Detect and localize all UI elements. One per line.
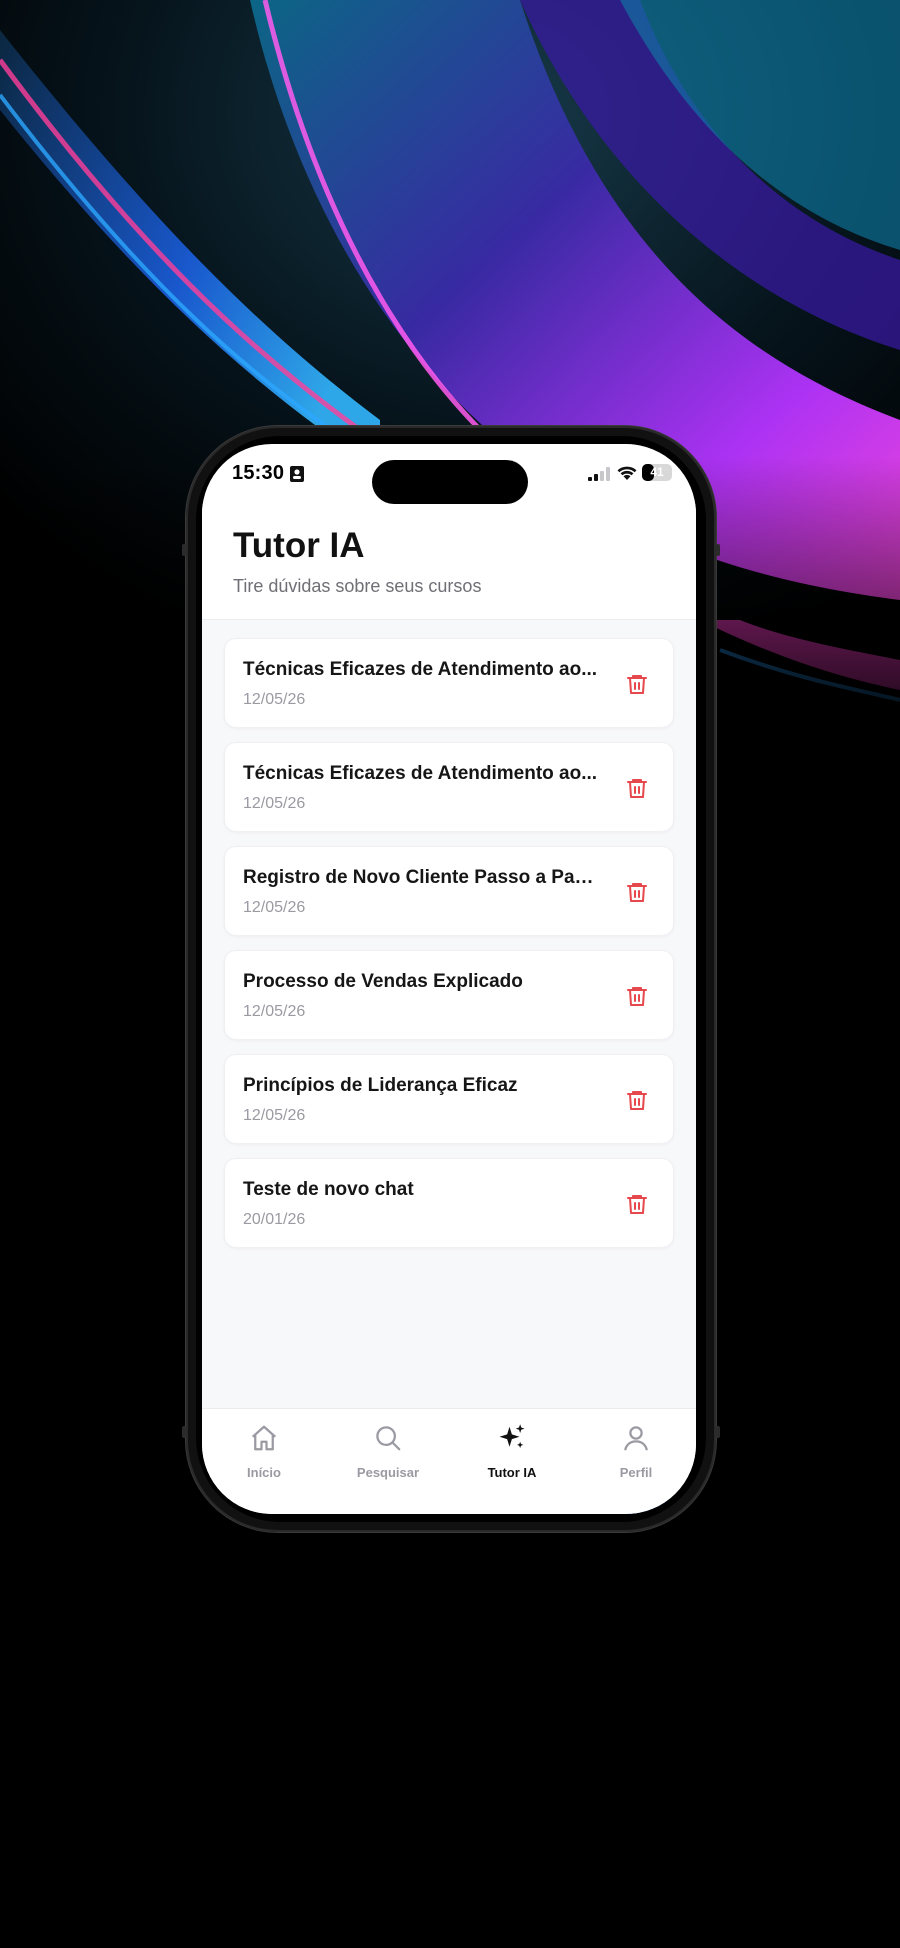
chat-list: Técnicas Eficazes de Atendimento ao... 1…: [224, 638, 674, 1262]
home-icon: [252, 1425, 276, 1451]
tab-perfil[interactable]: Perfil: [574, 1423, 696, 1493]
tab-pesquisar[interactable]: Pesquisar: [326, 1423, 450, 1493]
trash-icon[interactable]: [625, 1088, 649, 1112]
page-title: Tutor IA: [233, 526, 365, 565]
chat-title: Técnicas Eficazes de Atendimento ao...: [243, 763, 598, 784]
chat-date: 12/05/26: [243, 1003, 306, 1020]
user-icon: [624, 1426, 648, 1451]
phone-side-button: [182, 544, 186, 556]
battery-percentage: 41: [650, 465, 664, 479]
chat-title: Teste de novo chat: [243, 1179, 414, 1200]
search-icon: [376, 1426, 401, 1451]
phone-side-button: [182, 1426, 186, 1438]
cellular-signal-icon: [588, 467, 610, 481]
phone-frame: 15:30 41 Tutor IA Tire dúvidas sobre seu…: [182, 426, 720, 1532]
tab-label: Pesquisar: [356, 1465, 420, 1480]
chat-list-item[interactable]: Técnicas Eficazes de Atendimento ao... 1…: [224, 638, 674, 728]
page-subtitle: Tire dúvidas sobre seus cursos: [233, 576, 482, 596]
phone-side-button: [716, 544, 720, 556]
chat-date: 20/01/26: [243, 1211, 306, 1228]
trash-icon[interactable]: [625, 880, 649, 904]
page-header: Tutor IA Tire dúvidas sobre seus cursos: [202, 504, 696, 620]
battery-indicator: 41: [642, 464, 672, 481]
sparkles-icon: [499, 1424, 525, 1448]
bottom-tab-bar: Início Pesquisar Tutor IA Perfil: [202, 1408, 696, 1514]
tab-inicio[interactable]: Início: [202, 1423, 326, 1493]
chat-list-item[interactable]: Técnicas Eficazes de Atendimento ao... 1…: [224, 742, 674, 832]
tab-label: Início: [247, 1465, 281, 1480]
chat-list-item[interactable]: Princípios de Liderança Eficaz 12/05/26: [224, 1054, 674, 1144]
chat-list-item[interactable]: Teste de novo chat 20/01/26: [224, 1158, 674, 1248]
trash-icon[interactable]: [625, 776, 649, 800]
status-time: 15:30: [232, 462, 285, 484]
chat-date: 12/05/26: [243, 795, 306, 812]
chat-title: Princípios de Liderança Eficaz: [243, 1075, 518, 1096]
tab-label: Tutor IA: [487, 1465, 537, 1480]
app-screen: 15:30 41 Tutor IA Tire dúvidas sobre seu…: [202, 444, 696, 1514]
chat-list-item[interactable]: Registro de Novo Cliente Passo a Passo 1…: [224, 846, 674, 936]
phone-side-button: [716, 1426, 720, 1438]
trash-icon[interactable]: [625, 1192, 649, 1216]
chat-history-area: Técnicas Eficazes de Atendimento ao... 1…: [202, 620, 696, 1514]
tab-label: Perfil: [619, 1465, 653, 1480]
chat-title: Técnicas Eficazes de Atendimento ao...: [243, 659, 598, 680]
chat-date: 12/05/26: [243, 1107, 306, 1124]
chat-date: 12/05/26: [243, 691, 306, 708]
stage: 15:30 41 Tutor IA Tire dúvidas sobre seu…: [0, 0, 900, 1948]
chat-title: Processo de Vendas Explicado: [243, 971, 523, 992]
chat-date: 12/05/26: [243, 899, 306, 916]
trash-icon[interactable]: [625, 672, 649, 696]
wifi-icon: [617, 466, 637, 480]
chat-title: Registro de Novo Cliente Passo a Passo: [243, 867, 603, 888]
tab-tutor-ia[interactable]: Tutor IA: [450, 1423, 574, 1493]
status-bar: 15:30 41: [202, 444, 696, 504]
contact-card-icon: [290, 466, 304, 482]
chat-list-item[interactable]: Processo de Vendas Explicado 12/05/26: [224, 950, 674, 1040]
dynamic-island: [372, 460, 528, 504]
trash-icon[interactable]: [625, 984, 649, 1008]
